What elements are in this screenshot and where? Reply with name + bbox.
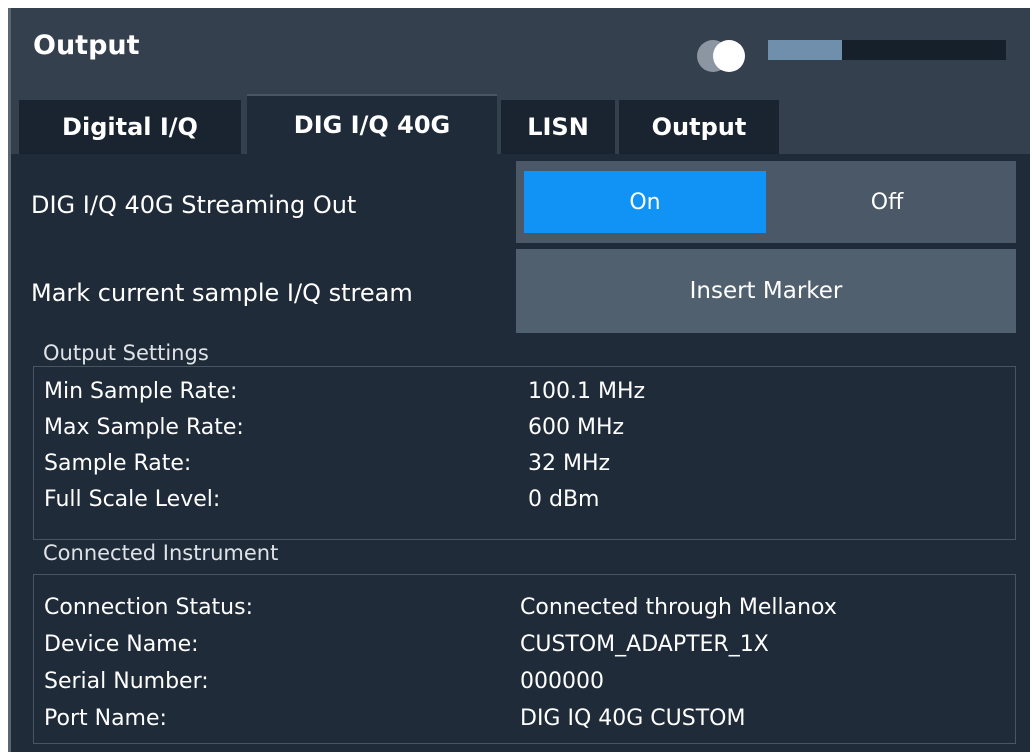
max-sample-rate-value: 600 MHz <box>528 415 625 440</box>
device-name-value: CUSTOM_ADAPTER_1X <box>520 632 769 657</box>
output-settings-title: Output Settings <box>43 341 209 365</box>
sample-rate-label: Sample Rate: <box>44 451 192 476</box>
connection-status-value: Connected through Mellanox <box>520 595 837 620</box>
streaming-off-button[interactable]: Off <box>766 171 1008 233</box>
tab-digital-iq[interactable]: Digital I/Q <box>19 100 241 154</box>
port-name-label: Port Name: <box>44 706 167 731</box>
min-sample-rate-label: Min Sample Rate: <box>44 379 238 404</box>
sample-rate-value: 32 MHz <box>528 451 611 476</box>
tab-dig-iq-40g[interactable]: DIG I/Q 40G <box>247 94 497 154</box>
mark-sample-label: Mark current sample I/Q stream <box>31 279 413 307</box>
serial-number-label: Serial Number: <box>44 669 209 694</box>
full-scale-level-value: 0 dBm <box>528 487 600 512</box>
title-bar: Output <box>11 8 1030 88</box>
output-settings-group: Min Sample Rate: 100.1 MHz Max Sample Ra… <box>33 366 1016 540</box>
output-dialog: Output Digital I/Q DIG I/Q 40G LISN Outp… <box>8 8 1030 752</box>
full-scale-level-label: Full Scale Level: <box>44 487 221 512</box>
connected-instrument-title: Connected Instrument <box>43 541 279 565</box>
tab-lisn[interactable]: LISN <box>501 100 615 154</box>
dialog-title: Output <box>33 30 140 61</box>
tab-output[interactable]: Output <box>619 100 779 154</box>
streaming-on-button[interactable]: On <box>524 171 766 233</box>
serial-number-value: 000000 <box>520 669 604 694</box>
port-name-value: DIG IQ 40G CUSTOM <box>520 706 746 731</box>
toggle-icon-knob <box>713 40 745 72</box>
progress-fill <box>768 40 842 60</box>
progress-bar <box>768 40 1006 60</box>
connected-instrument-group: Connection Status: Connected through Mel… <box>33 574 1016 744</box>
connection-status-label: Connection Status: <box>44 595 253 620</box>
streaming-toggle: On Off <box>516 161 1016 243</box>
device-name-label: Device Name: <box>44 632 199 657</box>
max-sample-rate-label: Max Sample Rate: <box>44 415 244 440</box>
toggle-icon[interactable] <box>697 36 753 72</box>
tab-bar: Digital I/Q DIG I/Q 40G LISN Output <box>11 88 1030 154</box>
min-sample-rate-value: 100.1 MHz <box>528 379 646 404</box>
insert-marker-button[interactable]: Insert Marker <box>516 249 1016 333</box>
streaming-out-label: DIG I/Q 40G Streaming Out <box>31 191 357 219</box>
